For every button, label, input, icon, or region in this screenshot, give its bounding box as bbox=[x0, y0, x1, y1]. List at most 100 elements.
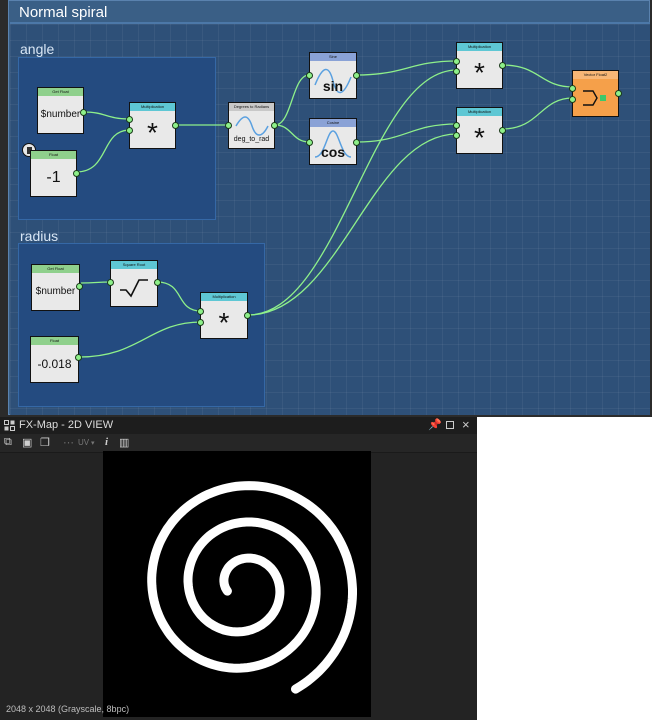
input-pin-a[interactable] bbox=[453, 58, 460, 65]
node-sine[interactable]: Sine sin bbox=[306, 52, 360, 99]
copy-icon[interactable]: ❐ bbox=[40, 436, 50, 449]
input-pin-b[interactable] bbox=[453, 68, 460, 75]
node-multiplication-bottom[interactable]: Multiplication * bbox=[453, 107, 506, 154]
node-header: Square Root bbox=[111, 261, 157, 269]
node-label: * bbox=[474, 56, 485, 88]
save-icon[interactable]: ▣ bbox=[22, 436, 32, 449]
node-header: Multiplication bbox=[457, 108, 502, 116]
input-pin-a[interactable] bbox=[453, 122, 460, 129]
node-label: * bbox=[474, 121, 485, 153]
wire-float-mult bbox=[75, 129, 131, 173]
node-label: deg_to_rad bbox=[233, 136, 270, 143]
merge-icon bbox=[582, 89, 606, 106]
view-canvas[interactable] bbox=[103, 451, 371, 717]
node-header: Multiplication bbox=[130, 103, 175, 111]
node-header: Sine bbox=[310, 53, 356, 61]
wire-mult-top-vector bbox=[501, 64, 574, 88]
wave-icon bbox=[234, 116, 269, 136]
output-pin[interactable] bbox=[615, 90, 622, 97]
output-pin[interactable] bbox=[73, 170, 80, 177]
node-float-angle[interactable]: Float -1 bbox=[30, 150, 80, 197]
square-root-icon bbox=[120, 278, 148, 297]
view-window-icon bbox=[4, 420, 15, 431]
node-label: $number bbox=[40, 109, 81, 120]
fit-view-icon[interactable]: ⧉ bbox=[4, 436, 12, 449]
input-pin[interactable] bbox=[107, 279, 114, 286]
input-pin-b[interactable] bbox=[453, 132, 460, 139]
output-pin[interactable] bbox=[76, 283, 83, 290]
node-label: -1 bbox=[46, 168, 61, 186]
input-pin-a[interactable] bbox=[197, 308, 204, 315]
output-pin[interactable] bbox=[499, 127, 506, 134]
node-header: Float bbox=[31, 337, 78, 345]
info-icon[interactable]: i bbox=[105, 436, 108, 448]
node-label: -0.018 bbox=[37, 356, 72, 371]
node-body bbox=[111, 269, 157, 306]
node-header: Vector Float2 bbox=[573, 71, 618, 79]
node-cosine[interactable]: Cosine cos bbox=[306, 118, 360, 165]
view-status: 2048 x 2048 (Grayscale, 8bpc) bbox=[6, 704, 130, 714]
input-pin-b[interactable] bbox=[197, 319, 204, 326]
node-header: Get Float bbox=[32, 265, 79, 273]
output-pin[interactable] bbox=[172, 122, 179, 129]
input-pin-a[interactable] bbox=[126, 116, 133, 123]
node-label: cos bbox=[320, 143, 346, 160]
wire-getfloat-mult bbox=[83, 111, 131, 120]
node-square-root[interactable]: Square Root bbox=[107, 260, 161, 307]
wire-radius-mult-top bbox=[247, 69, 458, 316]
pin-icon[interactable]: 📌 bbox=[428, 418, 442, 431]
chevron-down-icon: ▾ bbox=[91, 440, 95, 447]
input-pin[interactable] bbox=[306, 139, 313, 146]
node-get-float-angle[interactable]: Get Float $number bbox=[37, 87, 87, 134]
output-pin[interactable] bbox=[244, 312, 251, 319]
node-header: Get Float bbox=[38, 88, 83, 96]
node-header: Multiplication bbox=[457, 43, 502, 51]
output-pin[interactable] bbox=[154, 279, 161, 286]
wire-sqrt-mult-radius bbox=[156, 281, 202, 312]
node-body: cos bbox=[310, 127, 356, 164]
wire-mult-bottom-vector bbox=[501, 97, 574, 130]
input-pin[interactable] bbox=[225, 122, 232, 129]
close-icon[interactable]: × bbox=[462, 417, 470, 432]
wire-degtorad-cos bbox=[274, 124, 310, 143]
wire-degtorad-sin bbox=[274, 74, 310, 126]
node-float-radius[interactable]: Float -0.018 bbox=[30, 336, 82, 383]
output-pin[interactable] bbox=[80, 109, 87, 116]
tiling-icon[interactable]: ⋯ bbox=[63, 436, 74, 449]
float-window-icon[interactable] bbox=[446, 421, 454, 429]
node-header: Float bbox=[31, 151, 76, 159]
node-header: Degrees to Radians bbox=[229, 103, 274, 111]
node-multiplication-radius[interactable]: Multiplication * bbox=[197, 292, 251, 339]
view-titlebar: FX-Map - 2D VIEW 📌 × bbox=[0, 417, 477, 434]
wire-float2-mult-radius bbox=[78, 321, 202, 358]
node-multiplication-top[interactable]: Multiplication * bbox=[453, 42, 506, 89]
input-pin[interactable] bbox=[306, 72, 313, 79]
output-pin[interactable] bbox=[499, 62, 506, 69]
node-label: $number bbox=[35, 286, 76, 297]
output-pin[interactable] bbox=[75, 354, 82, 361]
node-label: sin bbox=[322, 77, 344, 94]
input-pin-x[interactable] bbox=[569, 85, 576, 92]
spiral-render bbox=[147, 481, 357, 694]
node-header: Cosine bbox=[310, 119, 356, 127]
input-pin-y[interactable] bbox=[569, 96, 576, 103]
node-vector-float2[interactable]: Vector Float2 bbox=[569, 70, 622, 117]
wire-cos-mult-bottom bbox=[356, 123, 458, 143]
node-label: * bbox=[147, 116, 158, 148]
input-pin-b[interactable] bbox=[126, 127, 133, 134]
view-title: FX-Map - 2D VIEW bbox=[19, 419, 114, 431]
node-degrees-to-radians[interactable]: Degrees to Radians deg_to_rad bbox=[225, 102, 278, 149]
graph-editor[interactable]: Normal spiral angle radius Get Float $nu… bbox=[0, 0, 652, 417]
node-body bbox=[573, 79, 618, 116]
node-header: Multiplication bbox=[201, 293, 247, 301]
node-body: sin bbox=[310, 61, 356, 98]
output-pin[interactable] bbox=[271, 122, 278, 129]
output-pin[interactable] bbox=[353, 72, 360, 79]
node-label: * bbox=[218, 306, 230, 338]
node-multiplication-angle[interactable]: Multiplication * bbox=[126, 102, 179, 149]
histogram-icon[interactable]: ▥ bbox=[119, 436, 129, 449]
node-body: deg_to_rad bbox=[229, 111, 274, 148]
uv-dropdown[interactable]: UV bbox=[78, 438, 89, 447]
node-get-float-radius[interactable]: Get Float $number bbox=[31, 264, 83, 311]
output-pin[interactable] bbox=[353, 139, 360, 146]
